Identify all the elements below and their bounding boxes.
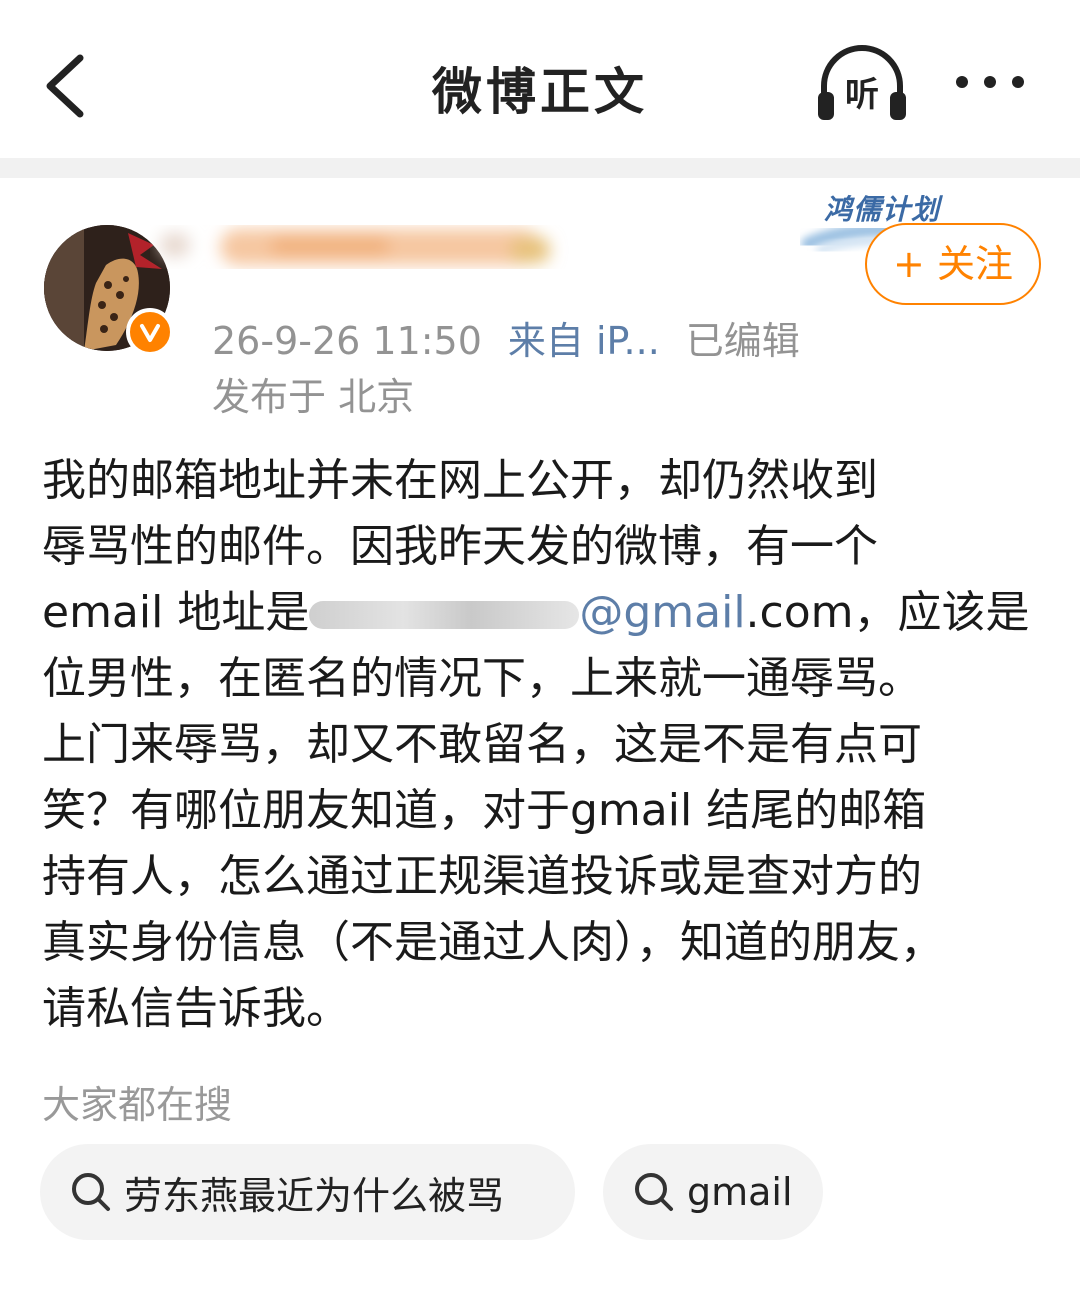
post-line-text: .com，应该是 — [745, 587, 1030, 638]
more-button[interactable] — [950, 62, 1030, 102]
page-title: 微博正文 — [432, 63, 648, 121]
post-location: 发布于 北京 — [212, 375, 415, 419]
post-source[interactable]: 来自 iP... — [508, 319, 660, 363]
search-chip[interactable]: gmail — [603, 1144, 823, 1240]
search-chip[interactable]: 劳东燕最近为什么被骂 — [40, 1144, 575, 1240]
post-line: 我的邮箱地址并未在网上公开，却仍然收到 — [42, 455, 878, 506]
search-icon — [72, 1173, 110, 1211]
email-link[interactable]: @gmail — [579, 587, 745, 638]
top-navbar: 微博正文 听 — [0, 0, 1080, 158]
post-body: 我的邮箱地址并未在网上公开，却仍然收到 辱骂性的邮件。因我昨天发的微博，有一个 … — [42, 448, 1038, 1042]
listen-label: 听 — [845, 75, 879, 115]
username-redacted[interactable] — [150, 215, 570, 281]
headphones-icon: 听 — [818, 45, 906, 120]
verified-badge-icon — [126, 308, 174, 356]
post-meta: 26-9-26 11:50 来自 iP... 已编辑 — [212, 310, 800, 365]
post-line: 请私信告诉我。 — [42, 983, 350, 1034]
follow-button[interactable]: + 关注 — [865, 223, 1041, 305]
post-line: 持有人，怎么通过正规渠道投诉或是查对方的 — [42, 851, 922, 902]
project-tag: 鸿儒计划 — [824, 193, 941, 226]
edited-label[interactable]: 已编辑 — [686, 319, 800, 363]
search-chip-label: 劳东燕最近为什么被骂 — [124, 1173, 505, 1218]
listen-button[interactable]: 听 — [814, 44, 910, 124]
trending-search-title: 大家都在搜 — [42, 1083, 233, 1127]
post-line-text: email 地址是 — [42, 587, 310, 638]
search-icon — [635, 1173, 673, 1211]
post-line: email 地址是 @gmail.com，应该是 — [42, 580, 1038, 646]
search-chip-label: gmail — [687, 1170, 793, 1214]
post-line: 辱骂性的邮件。因我昨天发的微博，有一个 — [42, 521, 878, 572]
post-line: 位男性，在匿名的情况下，上来就一通辱骂。 — [42, 653, 922, 704]
post-line: 真实身份信息（不是通过人肉），知道的朋友， — [42, 917, 944, 968]
post-line: 上门来辱骂，却又不敢留名，这是不是有点可 — [42, 719, 922, 770]
more-dots-icon — [956, 76, 1024, 88]
section-divider — [0, 158, 1080, 178]
email-redacted — [309, 601, 580, 629]
post-line: 笑？有哪位朋友知道，对于gmail 结尾的邮箱 — [42, 785, 927, 836]
post-date: 26-9-26 11:50 — [212, 319, 482, 363]
